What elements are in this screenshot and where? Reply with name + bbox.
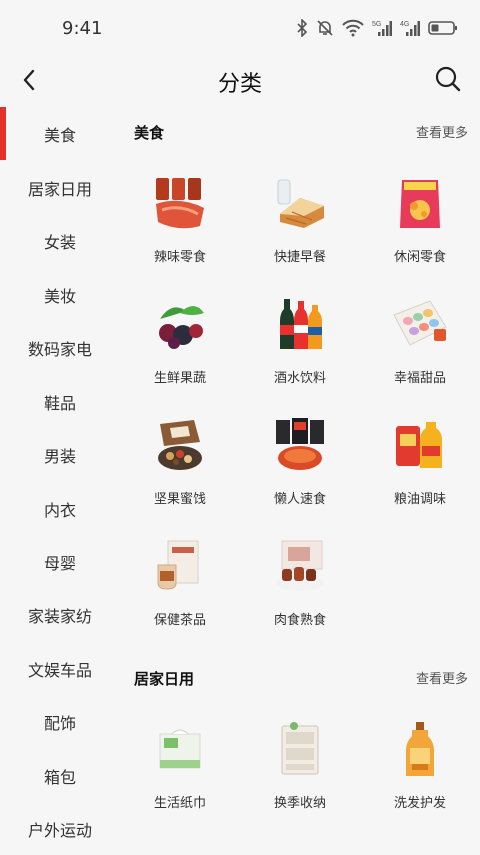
sidebar-item-womens[interactable]: 女装 [0,214,120,267]
category-tile-label: 懒人速食 [273,492,326,507]
svg-text:4G: 4G [400,21,409,28]
sidebar-item-label: 居家日用 [27,179,92,199]
instant-food-icon [276,418,324,470]
category-tile[interactable]: 幸福甜品 [360,295,480,405]
category-tile[interactable]: 生活纸巾 [120,720,240,830]
wifi-icon [342,19,364,37]
category-tile-label: 保健茶品 [153,613,206,628]
category-tile[interactable]: 生鲜果蔬 [120,295,240,405]
tissue-box-icon [159,729,201,769]
section-title: 居家日用 [134,670,195,688]
section-title: 美食 [134,124,165,142]
category-tile[interactable]: 保健茶品 [120,537,240,647]
sidebar-item-label: 户外运动 [27,820,92,840]
nav-bar: 分类 [0,56,480,104]
fresh-fruit-icon [159,306,204,349]
category-tile[interactable]: 辣味零食 [120,174,240,284]
signal-5g-icon: 5G [372,19,392,37]
sidebar-item-label: 配饰 [43,713,76,733]
sidebar-item-label: 母婴 [43,553,76,573]
sidebar-item-label: 鞋品 [43,393,76,413]
category-tile-label: 洗发护发 [393,796,446,811]
sidebar-item-beauty[interactable]: 美妆 [0,268,120,321]
category-tile-label: 生鲜果蔬 [153,371,206,386]
category-tile-label: 休闲零食 [393,250,446,265]
category-tile-label: 生活纸巾 [153,796,206,811]
category-tile[interactable]: 休闲零食 [360,174,480,284]
section-header-home-daily: 居家日用 查看更多 [134,668,468,694]
sidebar-item-bags[interactable]: 箱包 [0,749,120,802]
category-sidebar: 美食 居家日用 女装 美妆 数码家电 鞋品 男装 内衣 母婴 家装家纺 文娱车品… [0,107,120,854]
category-tile-label: 辣味零食 [153,250,206,265]
sidebar-item-shoes[interactable]: 鞋品 [0,375,120,428]
view-more-link[interactable]: 查看更多 [416,122,468,141]
storage-box-icon [281,722,319,775]
sidebar-item-food[interactable]: 美食 [0,107,120,160]
category-tile-label: 坚果蜜饯 [153,492,206,507]
sidebar-item-mens[interactable]: 男装 [0,428,120,481]
view-more-link[interactable]: 查看更多 [416,668,468,687]
category-tile-label: 肉食熟食 [273,613,326,628]
category-content: 美食 查看更多 辣味零食 快捷早餐 休闲零食 生鲜果蔬 酒水饮料 幸福甜品 坚果… [120,104,480,854]
category-tile-label: 快捷早餐 [273,250,326,265]
sidebar-item-entertainment-car[interactable]: 文娱车品 [0,642,120,695]
sidebar-item-accessories[interactable]: 配饰 [0,695,120,748]
category-tile[interactable]: 酒水饮料 [240,295,360,405]
battery-icon [428,19,458,37]
sidebar-item-label: 美妆 [43,286,76,306]
sidebar-item-label: 美食 [43,125,76,145]
category-tile-label: 粮油调味 [393,492,446,507]
sidebar-item-label: 女装 [43,232,76,252]
sidebar-item-baby[interactable]: 母婴 [0,535,120,588]
category-tile[interactable]: 快捷早餐 [240,174,360,284]
cooked-meat-icon [276,540,324,591]
sidebar-item-label: 箱包 [43,767,76,787]
category-tile-label: 酒水饮料 [273,371,326,386]
status-time: 9:41 [62,18,103,39]
bluetooth-icon [296,19,308,37]
signal-4g-icon: 4G [400,19,420,37]
sidebar-item-label: 男装 [43,446,76,466]
sidebar-item-underwear[interactable]: 内衣 [0,482,120,535]
breakfast-bread-icon [277,179,324,228]
sidebar-item-label: 内衣 [43,500,76,520]
active-indicator [0,107,6,160]
page-title: 分类 [217,72,262,97]
sidebar-item-outdoor[interactable]: 户外运动 [0,802,120,855]
sidebar-item-label: 家装家纺 [27,606,92,626]
mute-bell-icon [316,19,334,37]
svg-text:5G: 5G [372,21,381,28]
nut-box-icon [158,420,202,470]
search-icon [435,66,461,92]
chips-bag-icon [400,180,440,228]
macaron-box-icon [393,300,447,346]
section-header-food: 美食 查看更多 [134,122,468,148]
shampoo-bottle-icon [406,722,434,776]
spicy-snack-icon [156,178,204,229]
sidebar-item-label: 文娱车品 [27,660,92,680]
sidebar-item-label: 数码家电 [27,339,92,359]
rice-oil-icon [396,422,442,468]
sidebar-item-digital[interactable]: 数码家电 [0,321,120,374]
search-button[interactable] [434,65,462,93]
category-tile-label: 幸福甜品 [393,371,446,386]
category-tile-label: 换季收纳 [273,796,326,811]
tea-box-icon [157,540,199,590]
status-bar: 9:41 5G 4G [0,0,480,56]
drink-bottles-icon [280,299,322,349]
sidebar-item-home-textiles[interactable]: 家装家纺 [0,588,120,641]
category-tile[interactable]: 肉食熟食 [240,537,360,647]
status-icons: 5G 4G [296,19,458,37]
category-tile[interactable]: 坚果蜜饯 [120,416,240,526]
category-tile[interactable]: 粮油调味 [360,416,480,526]
sidebar-item-home-daily[interactable]: 居家日用 [0,161,120,214]
category-tile[interactable]: 洗发护发 [360,720,480,830]
category-tile[interactable]: 懒人速食 [240,416,360,526]
category-tile[interactable]: 换季收纳 [240,720,360,830]
